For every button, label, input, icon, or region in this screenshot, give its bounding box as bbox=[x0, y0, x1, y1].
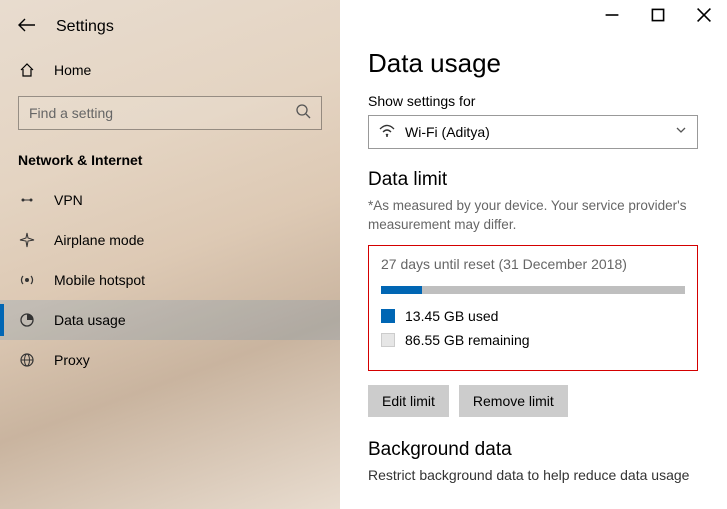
usage-progress-fill bbox=[381, 286, 422, 294]
background-data-title: Background data bbox=[368, 439, 699, 461]
remaining-swatch bbox=[381, 333, 395, 347]
edit-limit-button[interactable]: Edit limit bbox=[368, 385, 449, 417]
sidebar-section-header: Network & Internet bbox=[0, 146, 340, 180]
sidebar-item-label: Airplane mode bbox=[54, 232, 144, 248]
main-content: Data usage Show settings for Wi-Fi (Adit… bbox=[340, 0, 727, 509]
sidebar-home[interactable]: Home bbox=[0, 52, 340, 88]
show-settings-label: Show settings for bbox=[368, 93, 699, 109]
settings-window: Settings Home Network & Internet VPN bbox=[0, 0, 727, 509]
remove-limit-button[interactable]: Remove limit bbox=[459, 385, 568, 417]
sidebar-item-label: Proxy bbox=[54, 352, 90, 368]
data-limit-highlight-box: 27 days until reset (31 December 2018) 1… bbox=[368, 245, 698, 371]
remaining-label: 86.55 GB remaining bbox=[405, 332, 530, 348]
network-dropdown[interactable]: Wi-Fi (Aditya) bbox=[368, 115, 698, 149]
minimize-button[interactable] bbox=[589, 0, 635, 30]
sidebar-item-label: Data usage bbox=[54, 312, 126, 328]
close-button[interactable] bbox=[681, 0, 727, 30]
limit-buttons: Edit limit Remove limit bbox=[368, 385, 699, 417]
sidebar-item-label: VPN bbox=[54, 192, 83, 208]
proxy-icon bbox=[18, 352, 36, 368]
data-usage-icon bbox=[18, 312, 36, 328]
hotspot-icon bbox=[18, 272, 36, 288]
sidebar-item-vpn[interactable]: VPN bbox=[0, 180, 340, 220]
network-selected-label: Wi-Fi (Aditya) bbox=[405, 124, 490, 140]
maximize-button[interactable] bbox=[635, 0, 681, 30]
home-icon bbox=[18, 62, 36, 78]
usage-progress-bar bbox=[381, 286, 685, 294]
home-label: Home bbox=[54, 62, 91, 78]
sidebar-item-hotspot[interactable]: Mobile hotspot bbox=[0, 260, 340, 300]
search-icon bbox=[295, 103, 311, 124]
sidebar-item-label: Mobile hotspot bbox=[54, 272, 145, 288]
search-input[interactable] bbox=[29, 105, 295, 121]
vpn-icon bbox=[18, 192, 36, 208]
sidebar-item-airplane[interactable]: Airplane mode bbox=[0, 220, 340, 260]
legend-remaining: 86.55 GB remaining bbox=[381, 332, 685, 348]
wifi-icon bbox=[379, 124, 395, 141]
reset-countdown: 27 days until reset (31 December 2018) bbox=[381, 256, 685, 272]
window-controls bbox=[589, 0, 727, 30]
data-limit-title: Data limit bbox=[368, 169, 699, 191]
search-box[interactable] bbox=[18, 96, 322, 130]
sidebar-item-data-usage[interactable]: Data usage bbox=[0, 300, 340, 340]
used-label: 13.45 GB used bbox=[405, 308, 498, 324]
sidebar-item-proxy[interactable]: Proxy bbox=[0, 340, 340, 380]
airplane-icon bbox=[18, 232, 36, 248]
back-button[interactable] bbox=[18, 18, 36, 37]
background-data-description: Restrict background data to help reduce … bbox=[368, 467, 699, 483]
chevron-down-icon bbox=[675, 123, 687, 141]
sidebar: Settings Home Network & Internet VPN bbox=[0, 0, 340, 509]
used-swatch bbox=[381, 309, 395, 323]
app-title: Settings bbox=[56, 18, 114, 36]
legend-used: 13.45 GB used bbox=[381, 308, 685, 324]
page-title: Data usage bbox=[368, 48, 699, 79]
data-limit-disclaimer: *As measured by your device. Your servic… bbox=[368, 197, 699, 235]
